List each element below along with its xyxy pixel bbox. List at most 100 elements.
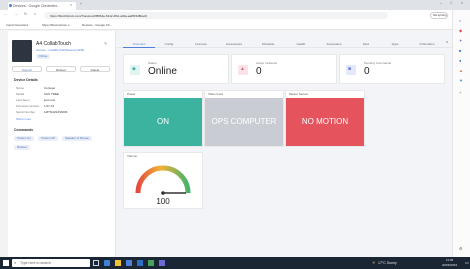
delete-button[interactable]: Delete <box>80 66 110 72</box>
tab-automation[interactable]: Automation <box>316 42 352 46</box>
support-button[interactable]: Support <box>12 66 42 72</box>
search-icon[interactable]: ⌕ <box>459 18 461 23</box>
speaker-screen-command-button[interactable]: Speaker & Screen <box>62 136 92 141</box>
volume-tile: Volume 100 <box>123 152 203 209</box>
video-input-tile-value: OPS COMPUTER <box>205 98 283 146</box>
bookmark-item[interactable]: Devices - Google Ch... <box>82 23 112 27</box>
volume-value: 100 <box>156 197 170 206</box>
list-icon: ■ <box>348 66 352 72</box>
mail-icon[interactable] <box>137 260 143 266</box>
back-icon[interactable]: ← <box>4 12 8 16</box>
add-icon[interactable]: + <box>459 90 461 95</box>
status-label: Status <box>148 61 157 65</box>
reboot-button[interactable]: Reboot <box>46 66 76 72</box>
device-thumbnail <box>12 40 32 62</box>
reboot-command-button[interactable]: Reboot <box>14 145 30 150</box>
incidents-label: Active Incidents <box>256 61 278 65</box>
home-icon[interactable]: ⌂ <box>34 12 36 16</box>
detail-value: just now <box>44 98 56 102</box>
power-on-command-button[interactable]: Power On <box>14 136 34 141</box>
tab-accessories[interactable]: Accessories <box>216 42 252 46</box>
taskbar-search-placeholder: Type here to search <box>20 261 51 265</box>
detail-value: LMTN4Z12SN6M <box>44 110 68 114</box>
pending-commands-card: ■ Pending Commands 0 <box>339 54 445 84</box>
store-icon[interactable] <box>126 260 132 266</box>
detail-label: Firmware Version <box>16 104 40 108</box>
close-window-icon[interactable]: × <box>461 1 463 5</box>
edge-icon[interactable] <box>104 260 110 266</box>
active-tab-underline <box>123 47 155 48</box>
drop-icon[interactable]: ▼ <box>459 78 463 83</box>
windows-start-icon[interactable] <box>3 260 9 266</box>
incidents-value: 0 <box>256 66 262 77</box>
device-name: A4 CollabTouch <box>36 41 72 47</box>
power-tile-value: ON <box>124 98 202 146</box>
motion-sensor-tile: Motion Sensor NO MOTION <box>285 90 365 147</box>
detail-value: 1.07.13 <box>44 104 55 108</box>
detail-value: Contoso <box>44 86 56 90</box>
refresh-icon[interactable]: ↻ <box>24 12 27 16</box>
browser-side-bar: ⌕ ◆ ✦ ■ ● ▲ ▼ + ⚙ <box>452 10 470 257</box>
status-card: ◆ Status Online <box>123 54 229 84</box>
tab-title: Devices - Google Chromebo... <box>13 3 61 8</box>
tab-schedule[interactable]: Schedule <box>250 42 286 46</box>
tab-information[interactable]: Information <box>407 42 447 46</box>
outlook-icon[interactable]: ● <box>459 58 461 63</box>
device-side-panel: A4 CollabTouch ✎ Access - LAURE (5G/Obam… <box>8 31 116 257</box>
tab-health[interactable]: Health <box>283 42 319 46</box>
shopping-icon[interactable]: ◆ <box>459 28 462 33</box>
taskbar: ⌕ Type here to search ☀ 17°C Sunny 11:05… <box>0 257 470 269</box>
pending-label: Pending Commands <box>364 61 392 65</box>
status-chip: Online <box>36 54 50 59</box>
power-off-command-button[interactable]: Power Off <box>38 136 58 141</box>
tab-licenses[interactable]: Licenses <box>183 42 219 46</box>
tab-favicon-icon <box>9 4 12 7</box>
sync-status-label: Not syncing <box>433 14 447 17</box>
search-icon: ⌕ <box>14 260 17 265</box>
sync-status-button[interactable]: Not syncing <box>430 12 448 19</box>
url-field[interactable]: https://fluid.bitrock.com/?devices/0fff9… <box>44 12 388 19</box>
file-explorer-icon[interactable] <box>115 260 121 266</box>
motion-sensor-tile-value: NO MOTION <box>286 98 364 146</box>
detail-value: AUS TREE <box>44 92 59 96</box>
close-panel-icon[interactable]: × <box>446 39 448 44</box>
detail-label: Name <box>16 86 25 90</box>
clock-time[interactable]: 11:05 <box>446 258 453 262</box>
forward-icon[interactable]: → <box>14 12 18 16</box>
gauge-fill <box>135 165 191 194</box>
main-panel: Overview Config Licenses Accessories Sch… <box>117 31 452 257</box>
detail-label: Model <box>16 92 25 96</box>
video-input-tile-header: Video Input <box>205 91 283 97</box>
teams-icon[interactable] <box>159 260 165 266</box>
taskbar-search[interactable]: ⌕ Type here to search <box>12 259 90 267</box>
tools-icon[interactable]: ✦ <box>459 38 462 43</box>
notifications-icon[interactable]: ▭ <box>465 260 469 265</box>
settings-icon[interactable]: ⚙ <box>459 246 463 251</box>
weather-text[interactable]: 17°C Sunny <box>378 261 397 265</box>
device-details-title: Device Details <box>14 78 38 82</box>
tab-config[interactable]: Config <box>151 42 187 46</box>
edit-icon[interactable]: ✎ <box>104 41 107 46</box>
motion-sensor-tile-header: Motion Sensor <box>286 91 364 97</box>
commands-title: Commands <box>14 128 34 132</box>
status-value: Online <box>148 66 177 77</box>
task-view-icon[interactable] <box>93 260 99 266</box>
show-more-link[interactable]: Show more <box>16 117 31 121</box>
new-tab-icon[interactable]: + <box>80 2 82 6</box>
clock-date[interactable]: 20/06/2023 <box>442 263 457 267</box>
app-icon[interactable] <box>148 260 154 266</box>
bookmark-item[interactable]: Import favourites <box>6 23 28 27</box>
power-tile-header: Power <box>124 91 202 97</box>
power-tile: Power ON <box>123 90 203 147</box>
games-icon[interactable]: ▲ <box>459 68 463 73</box>
volume-tile-header: Volume <box>124 153 202 159</box>
office-icon[interactable]: ■ <box>459 48 461 53</box>
close-tab-icon[interactable]: × <box>70 3 72 7</box>
minimize-icon[interactable]: – <box>440 1 442 5</box>
browser-tab[interactable]: Devices - Google Chromebo... × <box>8 2 76 10</box>
device-subtitle: Access - LAURE (5G/Obama) 03/50 <box>36 48 85 52</box>
gauge-track <box>135 165 191 194</box>
bookmark-item[interactable]: https://fluid.netcom.c... <box>42 23 72 27</box>
maximize-icon[interactable]: □ <box>450 1 452 5</box>
warning-icon: ▲ <box>240 66 245 72</box>
